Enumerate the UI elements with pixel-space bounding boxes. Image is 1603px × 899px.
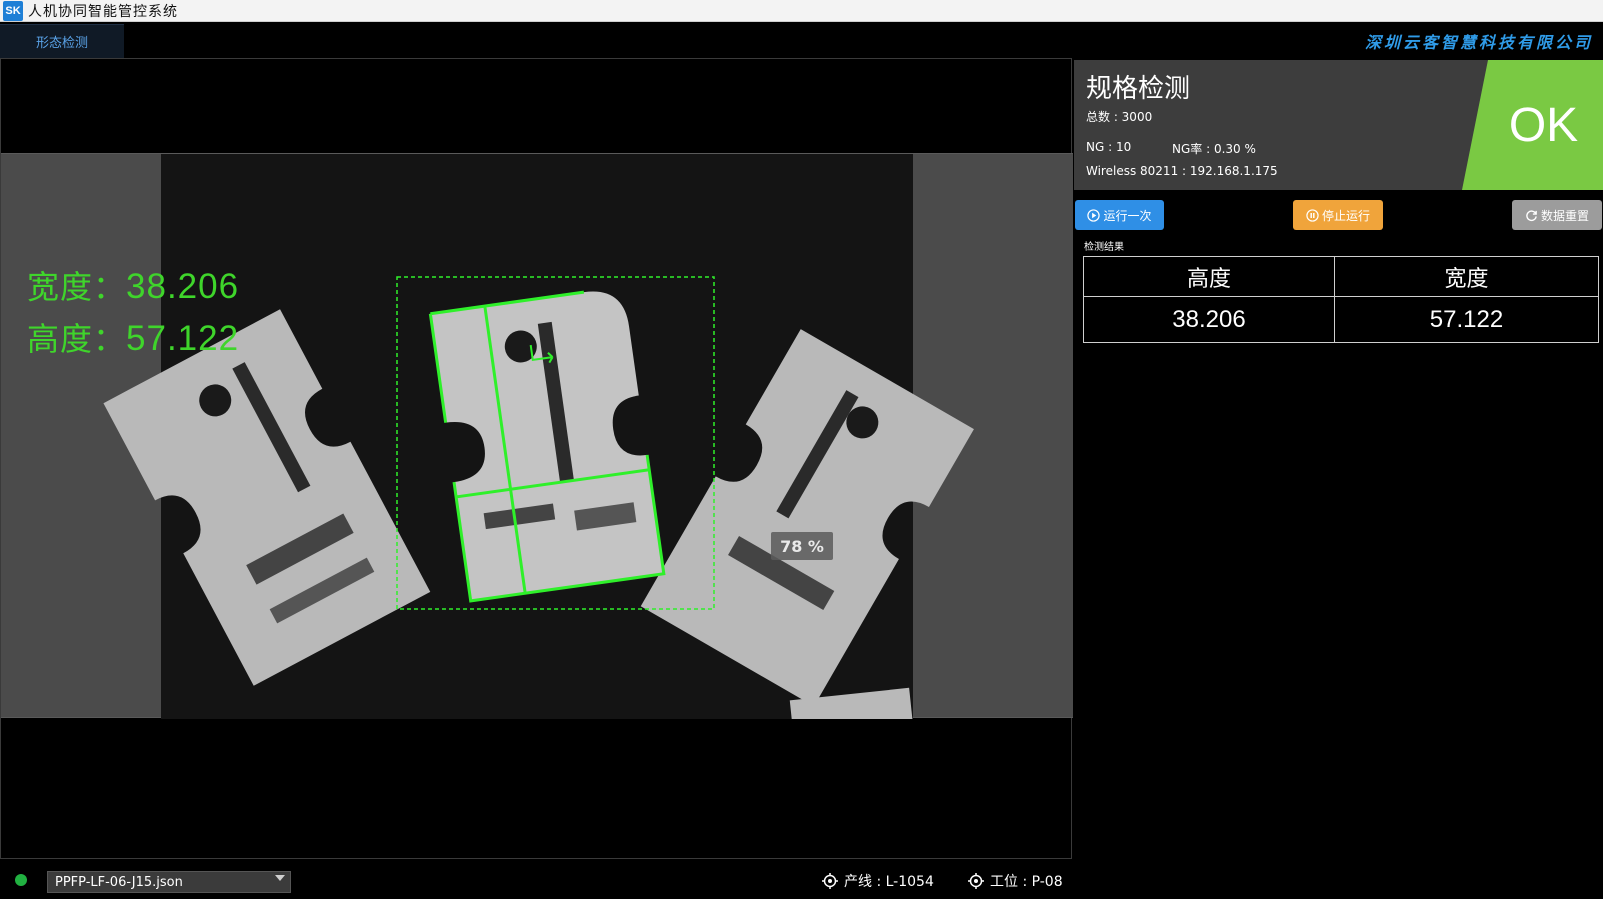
company-name: 深圳云客智慧科技有限公司: [1364, 33, 1593, 52]
spec-ng-count: NG : 10: [1086, 140, 1132, 154]
overlay-width-readout: 宽度：38.206: [27, 262, 239, 308]
results-table: 高度 宽度 38.206 57.122: [1083, 256, 1599, 343]
pause-circle-icon: [1306, 208, 1319, 222]
spec-ng-rate: NG率 : 0.30 %: [1172, 142, 1256, 156]
overlay-width-value: 38.206: [126, 267, 240, 306]
camera-viewer[interactable]: 宽度：38.206 高度：57.122 78 %: [0, 58, 1073, 859]
stop-button[interactable]: 停止运行: [1293, 200, 1383, 230]
overlay-height-label: 高度：: [27, 320, 127, 358]
header-bar: 形态检测 深圳云客智慧科技有限公司: [0, 22, 1603, 58]
results-header-width: 宽度: [1335, 257, 1598, 297]
play-circle-icon: [1087, 208, 1101, 222]
connection-status-icon: [15, 874, 27, 886]
chevron-down-icon: [275, 875, 285, 881]
inspection-image: 宽度：38.206 高度：57.122 78 %: [1, 153, 1073, 741]
run-once-button[interactable]: 运行一次: [1075, 200, 1164, 230]
results-section-label: 检测结果: [1084, 242, 1124, 253]
run-once-label: 运行一次: [1103, 208, 1152, 223]
results-value-height: 38.206: [1084, 297, 1335, 343]
overlay-width-label: 宽度：: [27, 268, 127, 306]
overlay-height-value: 57.122: [126, 319, 240, 358]
spec-title: 规格检测: [1086, 74, 1191, 104]
tab-shape-inspection[interactable]: 形态检测: [0, 24, 124, 58]
title-bar: SK 人机协同智能管控系统: [0, 0, 1603, 22]
config-file-value: PPFP-LF-06-J15.json: [55, 874, 183, 890]
workstation-label: 工位 : P-08: [990, 874, 1063, 890]
result-badge: OK: [1462, 60, 1603, 190]
stop-label: 停止运行: [1321, 208, 1370, 223]
target-icon: [822, 873, 838, 889]
spec-card: 规格检测 总数 : 3000 NG : 10 NG率 : 0.30 % Wire…: [1074, 60, 1603, 190]
production-line-info: 产线 : L-1054: [822, 871, 934, 891]
results-value-width: 57.122: [1429, 306, 1504, 333]
result-text: OK: [1508, 98, 1579, 152]
camera-image: [103, 154, 974, 741]
zoom-level: 78 %: [771, 532, 833, 560]
app-logo: SK: [3, 0, 23, 21]
right-panel: 规格检测 总数 : 3000 NG : 10 NG率 : 0.30 % Wire…: [1074, 58, 1603, 899]
workstation-info: 工位 : P-08: [968, 871, 1063, 891]
reset-data-label: 数据重置: [1540, 208, 1589, 223]
config-file-select[interactable]: PPFP-LF-06-J15.json: [47, 871, 291, 893]
status-bar: PPFP-LF-06-J15.json 产线 : L-1054 工位 : P-0…: [0, 859, 1072, 899]
production-line-label: 产线 : L-1054: [844, 874, 934, 890]
overlay-height-readout: 高度：57.122: [27, 314, 239, 360]
results-header-height: 高度: [1084, 257, 1335, 297]
app-title: 人机协同智能管控系统: [28, 3, 178, 20]
spec-total: 总数 : 3000: [1086, 110, 1153, 124]
reset-data-button[interactable]: 数据重置: [1512, 200, 1602, 230]
target-icon: [968, 873, 984, 889]
refresh-icon: [1526, 209, 1537, 221]
spec-wireless: Wireless 80211 : 192.168.1.175: [1086, 164, 1278, 178]
